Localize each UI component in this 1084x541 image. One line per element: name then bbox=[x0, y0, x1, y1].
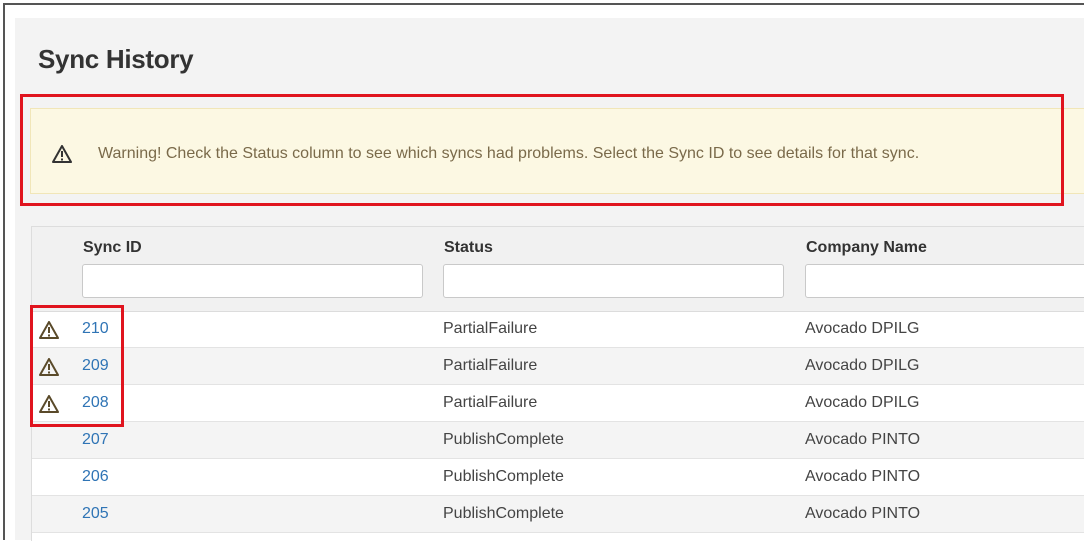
company-name-filter-input[interactable] bbox=[805, 264, 1084, 298]
column-header-status[interactable]: Status bbox=[444, 239, 493, 257]
company-cell: Avocado PINTO bbox=[805, 431, 921, 448]
table-row[interactable]: 209 PartialFailure Avocado DPILG bbox=[32, 348, 1084, 385]
table-row[interactable]: 206 PublishComplete Avocado PINTO bbox=[32, 459, 1084, 496]
company-cell: Avocado DPILG bbox=[805, 394, 920, 411]
status-cell: PublishComplete bbox=[443, 431, 564, 448]
status-cell: PublishComplete bbox=[443, 505, 564, 522]
company-cell: Avocado DPILG bbox=[805, 320, 920, 337]
status-filter-input[interactable] bbox=[443, 264, 784, 298]
status-cell: PartialFailure bbox=[443, 320, 538, 337]
page-title: Sync History bbox=[38, 44, 194, 74]
column-header-company-name[interactable]: Company Name bbox=[806, 239, 927, 257]
table-row[interactable]: 207 PublishComplete Avocado PINTO bbox=[32, 422, 1084, 459]
sync-history-grid: Sync ID Status Company Name 210 PartialF… bbox=[31, 226, 1084, 541]
sync-id-link[interactable]: 207 bbox=[82, 431, 109, 449]
sync-id-link[interactable]: 206 bbox=[82, 468, 109, 486]
warning-highlight-box bbox=[20, 94, 1064, 206]
sync-id-link[interactable]: 205 bbox=[82, 505, 109, 523]
table-row[interactable]: 205 PublishComplete Avocado PINTO bbox=[32, 496, 1084, 533]
status-cell: PartialFailure bbox=[443, 394, 538, 411]
table-row[interactable]: 208 PartialFailure Avocado DPILG bbox=[32, 385, 1084, 422]
company-cell: Avocado DPILG bbox=[805, 357, 920, 374]
warning-rows-highlight-box bbox=[30, 305, 124, 427]
status-cell: PublishComplete bbox=[443, 468, 564, 485]
company-cell: Avocado PINTO bbox=[805, 468, 921, 485]
grid-header: Sync ID Status Company Name bbox=[32, 227, 1084, 312]
sync-id-filter-input[interactable] bbox=[82, 264, 423, 298]
table-row[interactable]: 210 PartialFailure Avocado DPILG bbox=[32, 311, 1084, 348]
column-header-sync-id[interactable]: Sync ID bbox=[83, 239, 142, 257]
status-cell: PartialFailure bbox=[443, 357, 538, 374]
company-cell: Avocado PINTO bbox=[805, 505, 921, 522]
